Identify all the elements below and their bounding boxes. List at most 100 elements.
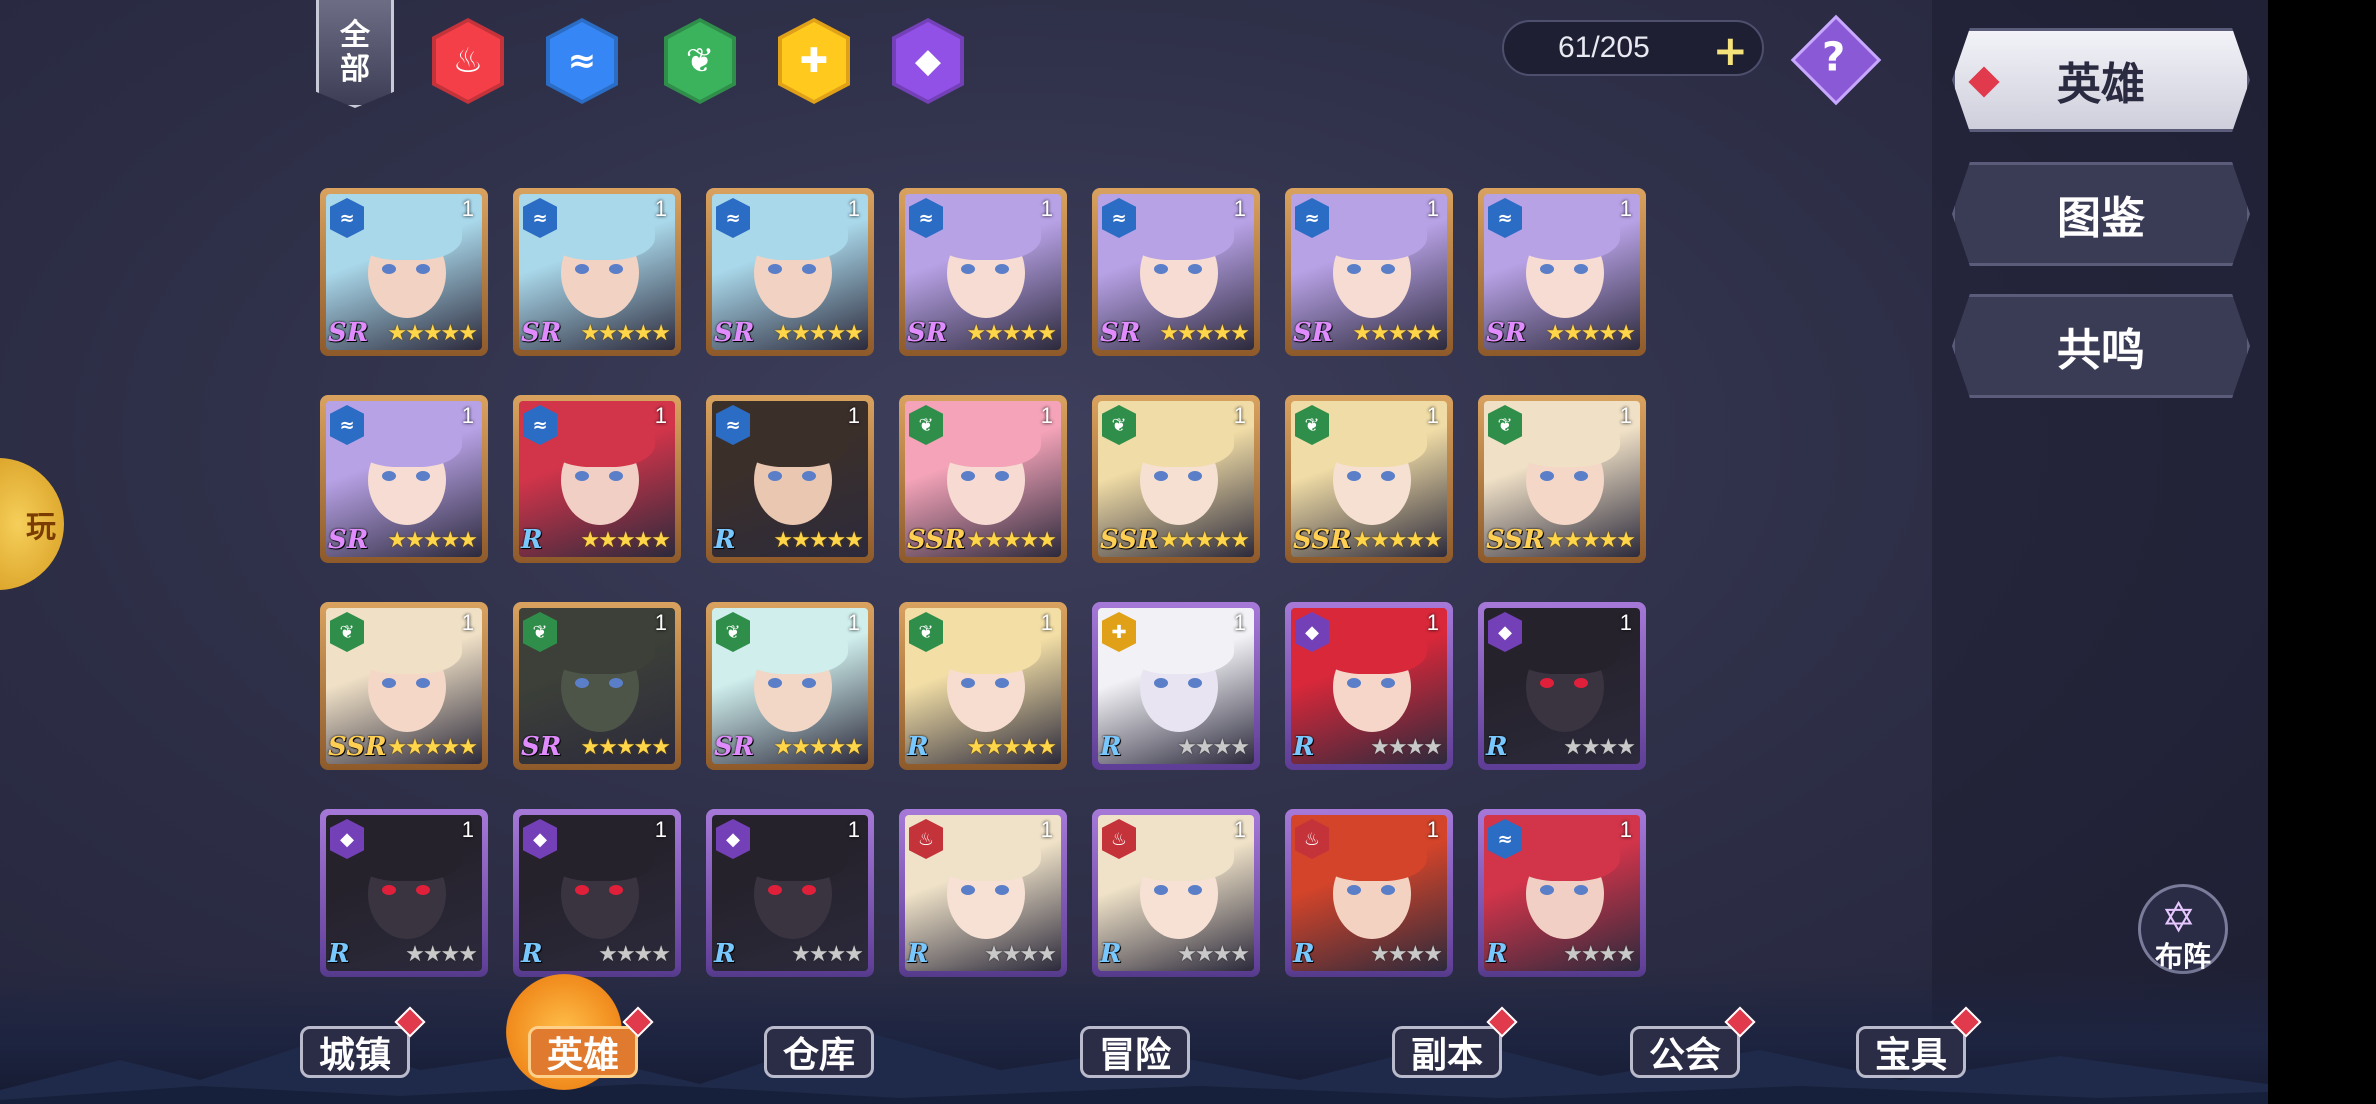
hero-card[interactable]: ≈1 SR ★★★★★ (320, 395, 488, 563)
hero-card[interactable]: ≈1 SR ★★★★★ (1285, 188, 1453, 356)
hero-card[interactable]: ◆ 1 R ★★★★ (706, 809, 874, 977)
formation-button[interactable]: ✡ 布阵 (2138, 884, 2228, 974)
hero-card[interactable]: ◆ 1 R ★★★★ (513, 809, 681, 977)
hero-level: 1 (1233, 817, 1246, 842)
hero-card[interactable]: ◆ 1 R ★★★★ (320, 809, 488, 977)
hero-eye (995, 678, 1009, 688)
hero-level: 1 (1426, 403, 1439, 428)
hero-stars: ★★★★★ (1159, 321, 1250, 346)
hero-card[interactable]: ≈1 R ★★★★ (1478, 809, 1646, 977)
hero-eye (768, 471, 782, 481)
hero-card[interactable]: ≈1 SR ★★★★★ (899, 188, 1067, 356)
hero-stars: ★★★★★ (966, 528, 1057, 553)
hero-card[interactable]: ≈1 SR ★★★★★ (706, 188, 874, 356)
hero-eye (768, 678, 782, 688)
side-widget-button[interactable]: 玩 (0, 458, 64, 590)
hero-eye (575, 885, 589, 895)
hero-hair (1512, 411, 1620, 467)
hero-card[interactable]: ❦ 1 SR ★★★★★ (706, 602, 874, 770)
hero-card[interactable]: ≈1 SR ★★★★★ (513, 188, 681, 356)
nav-town-label: 城镇 (319, 1034, 392, 1076)
hero-card[interactable]: ≈1 SR ★★★★★ (1478, 188, 1646, 356)
hero-rarity: SSR (328, 732, 387, 762)
hero-stars: ★★★★ (1177, 735, 1250, 760)
hero-hair (547, 825, 655, 881)
hero-rarity: SR (328, 318, 369, 348)
hero-hair (1126, 618, 1234, 674)
hero-portrait: ❦ 1 SSR ★★★★★ (1291, 401, 1447, 557)
filter-all-tab[interactable]: 全部 (316, 0, 394, 108)
hero-hair (933, 411, 1041, 467)
hero-stars: ★★★★ (984, 942, 1057, 967)
hero-level: 1 (847, 610, 860, 635)
hero-card[interactable]: ❦ 1 SR ★★★★★ (513, 602, 681, 770)
hero-card[interactable]: ✚ 1 R ★★★★ (1092, 602, 1260, 770)
hero-stars: ★★★★★ (1159, 528, 1250, 553)
nav-adventure[interactable]: 冒险 (1080, 1026, 1191, 1078)
hero-portrait: ◆ 1 R ★★★★ (1484, 608, 1640, 764)
hero-stars: ★★★★ (405, 942, 478, 967)
hero-portrait: ❦ 1 R ★★★★★ (905, 608, 1061, 764)
hero-card[interactable]: ≈1 R ★★★★★ (513, 395, 681, 563)
hero-card[interactable]: ❦ 1 R ★★★★★ (899, 602, 1067, 770)
hero-card[interactable]: ❦ 1 SSR ★★★★★ (1285, 395, 1453, 563)
hero-card[interactable]: ♨ 1 R ★★★★ (1092, 809, 1260, 977)
hero-hair (1512, 204, 1620, 260)
hero-level: 1 (1040, 196, 1053, 221)
hero-stars: ★★★★★ (387, 528, 478, 553)
pentagram-icon: ✡ (2161, 893, 2197, 942)
hero-card[interactable]: ≈1 R ★★★★★ (706, 395, 874, 563)
hero-level: 1 (461, 196, 474, 221)
hero-card[interactable]: ◆ 1 R ★★★★ (1285, 602, 1453, 770)
nav-treasure[interactable]: 宝具 (1856, 1006, 1982, 1078)
hero-card[interactable]: ❦ 1 SSR ★★★★★ (320, 602, 488, 770)
hero-card[interactable]: ❦ 1 SSR ★★★★★ (1478, 395, 1646, 563)
hero-hair (933, 825, 1041, 881)
hero-eye (1574, 264, 1588, 274)
hero-card[interactable]: ◆ 1 R ★★★★ (1478, 602, 1646, 770)
hero-eye (961, 885, 975, 895)
screen-edge (2268, 0, 2376, 1104)
hero-eye (1347, 471, 1361, 481)
hero-card[interactable]: ≈1 SR ★★★★★ (320, 188, 488, 356)
hero-eye (609, 264, 623, 274)
hero-level: 1 (1040, 610, 1053, 635)
hero-eye (1574, 471, 1588, 481)
hero-stars: ★★★★★ (580, 735, 671, 760)
hero-portrait: ≈1 SR ★★★★★ (905, 194, 1061, 350)
game-screen: 全部 ♨ ≈ ❦ ✚ ◆ 61/205 + ? 玩 ≈1 SR ★★★★★ ≈1 SR ★… (0, 0, 2268, 1104)
filter-light-icon[interactable]: ✚ (778, 18, 850, 104)
filter-fire-icon[interactable]: ♨ (432, 18, 504, 104)
tab-codex[interactable]: 图鉴 (1952, 162, 2250, 266)
hero-card[interactable]: ♨ 1 R ★★★★ (899, 809, 1067, 977)
tab-heroes[interactable]: 英雄 (1952, 28, 2250, 132)
hero-level: 1 (461, 403, 474, 428)
side-widget-label: 玩 (26, 510, 56, 545)
nav-dungeon[interactable]: 副本 (1392, 1006, 1518, 1078)
help-icon[interactable]: ? (1790, 14, 1882, 106)
hero-hair (1126, 204, 1234, 260)
hero-stars: ★★★★★ (966, 321, 1057, 346)
filter-dark-icon[interactable]: ◆ (892, 18, 964, 104)
filter-wind-icon[interactable]: ❦ (664, 18, 736, 104)
nav-guild[interactable]: 公会 (1630, 1006, 1756, 1078)
filter-water-icon[interactable]: ≈ (546, 18, 618, 104)
hero-card[interactable]: ♨ 1 R ★★★★ (1285, 809, 1453, 977)
hero-portrait: ≈1 R ★★★★★ (712, 401, 868, 557)
hero-card[interactable]: ❦ 1 SSR ★★★★★ (899, 395, 1067, 563)
tab-resonance[interactable]: 共鸣 (1952, 294, 2250, 398)
nav-heroes[interactable]: 英雄 (528, 1006, 654, 1078)
nav-town[interactable]: 城镇 (300, 1006, 426, 1078)
hero-card[interactable]: ❦ 1 SSR ★★★★★ (1092, 395, 1260, 563)
active-indicator-icon (1968, 66, 2000, 98)
hero-hair (1512, 825, 1620, 881)
hero-rarity: SR (521, 732, 562, 762)
hero-hair (354, 411, 462, 467)
hero-card[interactable]: ≈1 SR ★★★★★ (1092, 188, 1260, 356)
hero-eye (768, 885, 782, 895)
hero-eye (575, 264, 589, 274)
hero-portrait: ♨ 1 R ★★★★ (1291, 815, 1447, 971)
nav-warehouse[interactable]: 仓库 (764, 1026, 875, 1078)
expand-capacity-plus-icon[interactable]: + (1713, 26, 1748, 75)
hero-eye (1347, 885, 1361, 895)
